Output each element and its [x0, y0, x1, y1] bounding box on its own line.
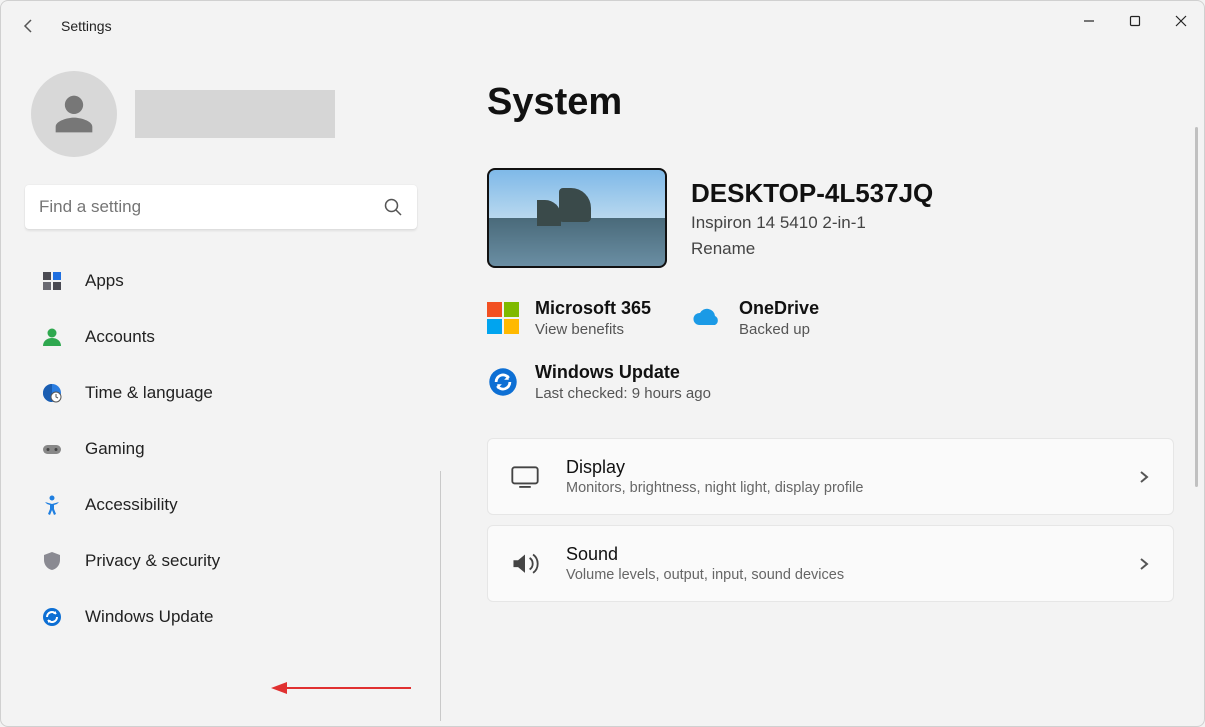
- apps-icon: [41, 270, 63, 292]
- accessibility-icon: [41, 494, 63, 516]
- status-subtitle: Last checked: 9 hours ago: [535, 385, 711, 402]
- device-summary: DESKTOP-4L537JQ Inspiron 14 5410 2-in-1 …: [487, 168, 1204, 268]
- display-icon: [510, 462, 540, 492]
- privacy-security-icon: [41, 550, 63, 572]
- avatar-icon: [31, 71, 117, 157]
- close-button[interactable]: [1158, 1, 1204, 41]
- accounts-icon: [41, 326, 63, 348]
- sidebar: Apps Accounts Time & language Gaming Acc…: [1, 51, 441, 726]
- chevron-right-icon: [1137, 557, 1151, 571]
- sidebar-item-accessibility[interactable]: Accessibility: [21, 477, 421, 533]
- sidebar-item-label: Windows Update: [85, 607, 214, 627]
- status-title: Windows Update: [535, 362, 711, 383]
- chevron-right-icon: [1137, 470, 1151, 484]
- device-model: Inspiron 14 5410 2-in-1: [691, 213, 933, 233]
- status-title: Microsoft 365: [535, 298, 651, 319]
- setting-card-display[interactable]: Display Monitors, brightness, night ligh…: [487, 438, 1174, 515]
- main-content: System DESKTOP-4L537JQ Inspiron 14 5410 …: [441, 51, 1204, 726]
- status-subtitle: View benefits: [535, 321, 651, 338]
- windows-update-status-icon: [487, 366, 519, 398]
- card-subtitle: Volume levels, output, input, sound devi…: [566, 567, 1111, 583]
- back-button[interactable]: [9, 6, 49, 46]
- sidebar-item-label: Privacy & security: [85, 551, 220, 571]
- status-subtitle: Backed up: [739, 321, 819, 338]
- sidebar-item-gaming[interactable]: Gaming: [21, 421, 421, 477]
- status-microsoft-365[interactable]: Microsoft 365 View benefits: [487, 298, 651, 338]
- app-title: Settings: [61, 18, 112, 34]
- sidebar-item-label: Apps: [85, 271, 124, 291]
- setting-card-sound[interactable]: Sound Volume levels, output, input, soun…: [487, 525, 1174, 602]
- windows-update-icon: [41, 606, 63, 628]
- sidebar-item-windows-update[interactable]: Windows Update: [21, 589, 421, 645]
- card-title: Sound: [566, 544, 1111, 565]
- minimize-button[interactable]: [1066, 1, 1112, 41]
- sidebar-item-label: Accessibility: [85, 495, 178, 515]
- sidebar-item-label: Accounts: [85, 327, 155, 347]
- sidebar-item-accounts[interactable]: Accounts: [21, 309, 421, 365]
- sound-icon: [510, 549, 540, 579]
- time-language-icon: [41, 382, 63, 404]
- status-windows-update[interactable]: Windows Update Last checked: 9 hours ago: [487, 362, 711, 402]
- search-icon: [383, 197, 403, 217]
- card-subtitle: Monitors, brightness, night light, displ…: [566, 480, 1111, 496]
- scrollbar[interactable]: [1195, 127, 1198, 487]
- sidebar-item-apps[interactable]: Apps: [21, 253, 421, 309]
- onedrive-icon: [691, 302, 723, 334]
- page-title: System: [487, 81, 1204, 124]
- status-title: OneDrive: [739, 298, 819, 319]
- status-onedrive[interactable]: OneDrive Backed up: [691, 298, 819, 338]
- card-title: Display: [566, 457, 1111, 478]
- device-name: DESKTOP-4L537JQ: [691, 178, 933, 209]
- sidebar-item-time-language[interactable]: Time & language: [21, 365, 421, 421]
- sidebar-item-label: Gaming: [85, 439, 145, 459]
- nav-list: Apps Accounts Time & language Gaming Acc…: [21, 253, 421, 726]
- rename-link[interactable]: Rename: [691, 239, 933, 259]
- gaming-icon: [41, 438, 63, 460]
- maximize-button[interactable]: [1112, 1, 1158, 41]
- sidebar-item-privacy-security[interactable]: Privacy & security: [21, 533, 421, 589]
- search-box[interactable]: [21, 185, 421, 229]
- sidebar-item-label: Time & language: [85, 383, 213, 403]
- profile-block[interactable]: [21, 71, 421, 157]
- username-placeholder: [135, 90, 335, 138]
- search-input[interactable]: [25, 185, 417, 229]
- desktop-wallpaper-thumbnail[interactable]: [487, 168, 667, 268]
- microsoft-365-icon: [487, 302, 519, 334]
